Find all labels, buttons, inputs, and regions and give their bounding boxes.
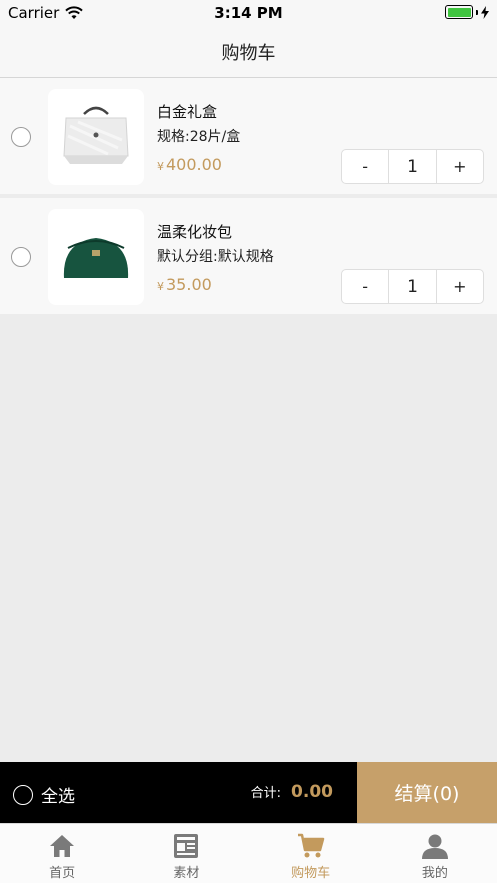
tab-cart[interactable]: 购物车	[249, 824, 373, 883]
total-label: 合计:	[250, 786, 282, 801]
tab-bar: 首页 素材 购物车 我的	[0, 823, 497, 883]
news-icon	[174, 834, 199, 858]
product-name[interactable]: 白金礼盒	[157, 101, 217, 122]
tab-material[interactable]: 素材	[124, 824, 248, 883]
price-value: 400.00	[166, 155, 222, 174]
product-image[interactable]	[48, 209, 144, 305]
decrease-quantity-button[interactable]: -	[342, 270, 388, 303]
gift-box-image	[63, 106, 129, 164]
product-price: ¥400.00	[157, 155, 222, 174]
quantity-value[interactable]: 1	[388, 150, 437, 183]
battery-indicator	[445, 5, 489, 19]
quantity-value[interactable]: 1	[388, 270, 437, 303]
total-price: 合计: 0.00	[251, 782, 333, 802]
battery-tip	[476, 9, 478, 15]
tab-label: 购物车	[291, 866, 331, 881]
item-select-radio[interactable]	[11, 247, 31, 267]
status-bar: Carrier 3:14 PM	[0, 0, 497, 26]
tab-label: 首页	[49, 866, 76, 881]
product-spec: 默认分组:默认规格	[157, 249, 274, 265]
currency-symbol: ¥	[157, 280, 164, 293]
quantity-stepper: - 1 +	[341, 149, 484, 184]
increase-quantity-button[interactable]: +	[437, 270, 483, 303]
total-amount: 0.00	[291, 782, 333, 802]
cosmetic-bag-image	[63, 238, 129, 278]
tab-label: 我的	[421, 866, 448, 881]
battery-icon	[445, 5, 473, 19]
product-price: ¥35.00	[157, 275, 212, 294]
select-all-toggle[interactable]: 全选	[13, 782, 75, 807]
product-spec: 规格:28片/盒	[157, 129, 241, 145]
tab-profile[interactable]: 我的	[373, 824, 497, 883]
cart-item: 白金礼盒 规格:28片/盒 ¥400.00 - 1 +	[0, 78, 497, 196]
quantity-stepper: - 1 +	[341, 269, 484, 304]
price-value: 35.00	[166, 275, 212, 294]
product-name[interactable]: 温柔化妆包	[157, 221, 232, 242]
checkout-bar: 全选 合计: 0.00 结算(0)	[0, 762, 497, 823]
product-image[interactable]	[48, 89, 144, 185]
user-icon	[421, 834, 448, 859]
cart-icon	[297, 833, 324, 858]
cart-item: 温柔化妆包 默认分组:默认规格 ¥35.00 - 1 +	[0, 198, 497, 316]
nav-bar: 购物车	[0, 26, 497, 78]
tab-home[interactable]: 首页	[0, 824, 124, 883]
increase-quantity-button[interactable]: +	[437, 150, 483, 183]
decrease-quantity-button[interactable]: -	[342, 150, 388, 183]
home-icon	[50, 835, 75, 857]
charging-bolt-icon	[481, 5, 489, 19]
select-all-radio[interactable]	[13, 784, 33, 805]
cart-list: 白金礼盒 规格:28片/盒 ¥400.00 - 1 + 温柔化妆包 默认分组:默…	[0, 78, 497, 316]
tab-label: 素材	[173, 866, 200, 881]
item-select-radio[interactable]	[11, 127, 31, 147]
page-title: 购物车	[221, 42, 276, 64]
checkout-summary: 全选 合计: 0.00	[0, 762, 357, 823]
select-all-label: 全选	[41, 787, 75, 807]
currency-symbol: ¥	[157, 160, 164, 173]
checkout-button[interactable]: 结算(0)	[357, 762, 497, 823]
status-time: 3:14 PM	[214, 4, 283, 22]
